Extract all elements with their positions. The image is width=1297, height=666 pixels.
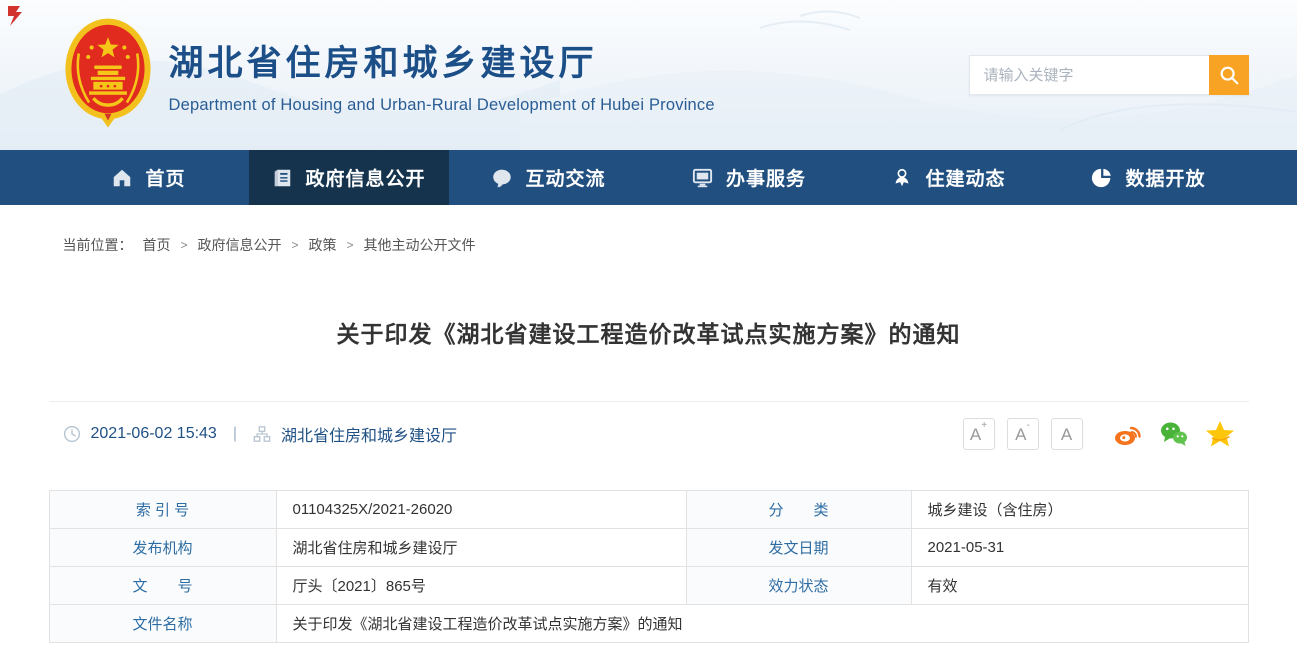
breadcrumb-separator: >: [292, 238, 299, 252]
monitor-icon: [691, 166, 714, 189]
nav-item-data-open[interactable]: 数据开放: [1049, 150, 1249, 205]
nav-label: 政府信息公开: [305, 164, 425, 191]
info-label-doc-number: 文 号: [50, 567, 277, 605]
info-value-category: 城乡建设（含住房）: [912, 491, 1248, 529]
info-label-index-number: 索 引 号: [50, 491, 277, 529]
info-value-issuing-agency: 湖北省住房和城乡建设厅: [277, 529, 687, 567]
main-nav: 首页 政府信息公开 互动交流: [0, 150, 1297, 205]
site-subtitle: Department of Housing and Urban-Rural De…: [169, 96, 715, 115]
publish-datetime: 2021-06-02 15:43: [91, 425, 217, 443]
info-label-doc-title: 文件名称: [50, 605, 277, 643]
info-value-doc-number: 厅头〔2021〕865号: [277, 567, 687, 605]
breadcrumb: 当前位置： 首页 > 政府信息公开 > 政策 > 其他主动公开文件: [49, 205, 1249, 255]
nav-item-dynamics[interactable]: 住建动态: [849, 150, 1049, 205]
font-reset-button[interactable]: A: [1051, 418, 1083, 450]
nav-label: 数据开放: [1125, 164, 1205, 191]
font-increase-button[interactable]: A+: [963, 418, 995, 450]
breadcrumb-item-policy[interactable]: 政策: [309, 235, 337, 255]
search-icon: [1218, 64, 1240, 86]
info-value-doc-title: 关于印发《湖北省建设工程造价改革试点实施方案》的通知: [277, 605, 1248, 643]
nav-item-services[interactable]: 办事服务: [649, 150, 849, 205]
info-label-issuing-agency: 发布机构: [50, 529, 277, 567]
sitemap-icon: [253, 425, 271, 443]
home-icon: [111, 167, 133, 189]
main-content: 当前位置： 首页 > 政府信息公开 > 政策 > 其他主动公开文件 关于印发《湖…: [49, 205, 1249, 643]
article-meta-row: 2021-06-02 15:43 | 湖北省住房和城乡建设厅 A+ A- A: [49, 401, 1249, 462]
search-box: [969, 55, 1249, 95]
site-header: 湖北省住房和城乡建设厅 Department of Housing and Ur…: [0, 0, 1297, 150]
wechat-icon[interactable]: [1159, 419, 1189, 449]
nav-label: 互动交流: [525, 164, 605, 191]
breadcrumb-prefix: 当前位置：: [63, 235, 133, 255]
qzone-icon[interactable]: [1205, 419, 1235, 449]
national-emblem-logo: [65, 17, 151, 133]
info-value-issue-date: 2021-05-31: [912, 529, 1248, 567]
nav-item-home[interactable]: 首页: [49, 150, 249, 205]
breadcrumb-item-info-disclosure[interactable]: 政府信息公开: [198, 235, 282, 255]
chat-bubble-icon: [491, 167, 513, 189]
article-meta-right: A+ A- A: [963, 418, 1235, 450]
info-value-index-number: 01104325X/2021-26020: [277, 491, 687, 529]
decor-red-mark: [6, 4, 28, 28]
info-label-issue-date: 发文日期: [687, 529, 912, 567]
breadcrumb-separator: >: [347, 238, 354, 252]
clock-icon: [63, 425, 81, 443]
pie-chart-icon: [1091, 167, 1113, 189]
nav-item-interaction[interactable]: 互动交流: [449, 150, 649, 205]
site-title: 湖北省住房和城乡建设厅: [169, 35, 715, 86]
article-title: 关于印发《湖北省建设工程造价改革试点实施方案》的通知: [49, 315, 1249, 349]
document-info-table: 索 引 号 01104325X/2021-26020 分 类 城乡建设（含住房）…: [49, 490, 1249, 643]
nav-item-info-disclosure[interactable]: 政府信息公开: [249, 150, 449, 205]
publish-source: 湖北省住房和城乡建设厅: [281, 422, 457, 446]
info-label-category: 分 类: [687, 491, 912, 529]
site-title-block: 湖北省住房和城乡建设厅 Department of Housing and Ur…: [169, 35, 715, 115]
breadcrumb-item-home[interactable]: 首页: [143, 235, 171, 255]
breadcrumb-separator: >: [181, 238, 188, 252]
nav-label: 首页: [145, 164, 185, 191]
nav-label: 办事服务: [726, 164, 806, 191]
weibo-icon[interactable]: [1113, 419, 1143, 449]
article-meta-left: 2021-06-02 15:43 | 湖北省住房和城乡建设厅: [63, 422, 458, 446]
document-icon: [271, 167, 293, 189]
font-decrease-button[interactable]: A-: [1007, 418, 1039, 450]
search-input[interactable]: [969, 55, 1209, 95]
share-group: [1113, 419, 1235, 449]
meta-separator: |: [227, 425, 243, 443]
info-value-validity-status: 有效: [912, 567, 1248, 605]
breadcrumb-item-other-docs[interactable]: 其他主动公开文件: [364, 235, 476, 255]
person-badge-icon: [891, 167, 913, 189]
search-button[interactable]: [1209, 55, 1249, 95]
nav-label: 住建动态: [925, 164, 1005, 191]
info-label-validity-status: 效力状态: [687, 567, 912, 605]
